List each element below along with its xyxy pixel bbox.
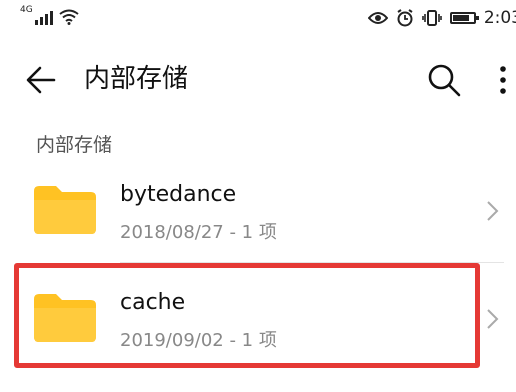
- eye-icon: [367, 12, 388, 24]
- file-item-bytedance[interactable]: bytedance 2018/08/27 - 1 项: [0, 156, 516, 264]
- search-icon: [428, 64, 461, 97]
- breadcrumb[interactable]: 内部存储: [36, 130, 112, 157]
- more-options-button[interactable]: [490, 58, 516, 102]
- page-title: 内部存储: [84, 64, 189, 94]
- app-toolbar: 内部存储: [0, 46, 516, 114]
- highlight-annotation: [14, 263, 480, 368]
- status-left: 4G: [20, 5, 79, 25]
- status-right: 2:03: [367, 8, 516, 28]
- more-vertical-icon: [500, 66, 506, 94]
- battery-icon: [449, 12, 479, 24]
- file-name: bytedance: [120, 182, 237, 207]
- status-bar: 4G 2:03: [0, 0, 516, 40]
- chevron-right-icon: [487, 201, 499, 221]
- arrow-left-icon: [26, 66, 56, 94]
- signal-icon: [34, 9, 53, 25]
- back-button[interactable]: [20, 58, 64, 102]
- status-time: 2:03: [483, 8, 516, 28]
- network-type-label: 4G: [20, 5, 33, 15]
- vibrate-icon: [422, 10, 442, 26]
- search-button[interactable]: [422, 58, 466, 102]
- file-meta: 2018/08/27 - 1 项: [120, 222, 277, 243]
- alarm-icon: [397, 9, 413, 27]
- folder-icon: [34, 186, 96, 234]
- chevron-right-icon: [487, 309, 499, 329]
- wifi-icon: [59, 9, 79, 25]
